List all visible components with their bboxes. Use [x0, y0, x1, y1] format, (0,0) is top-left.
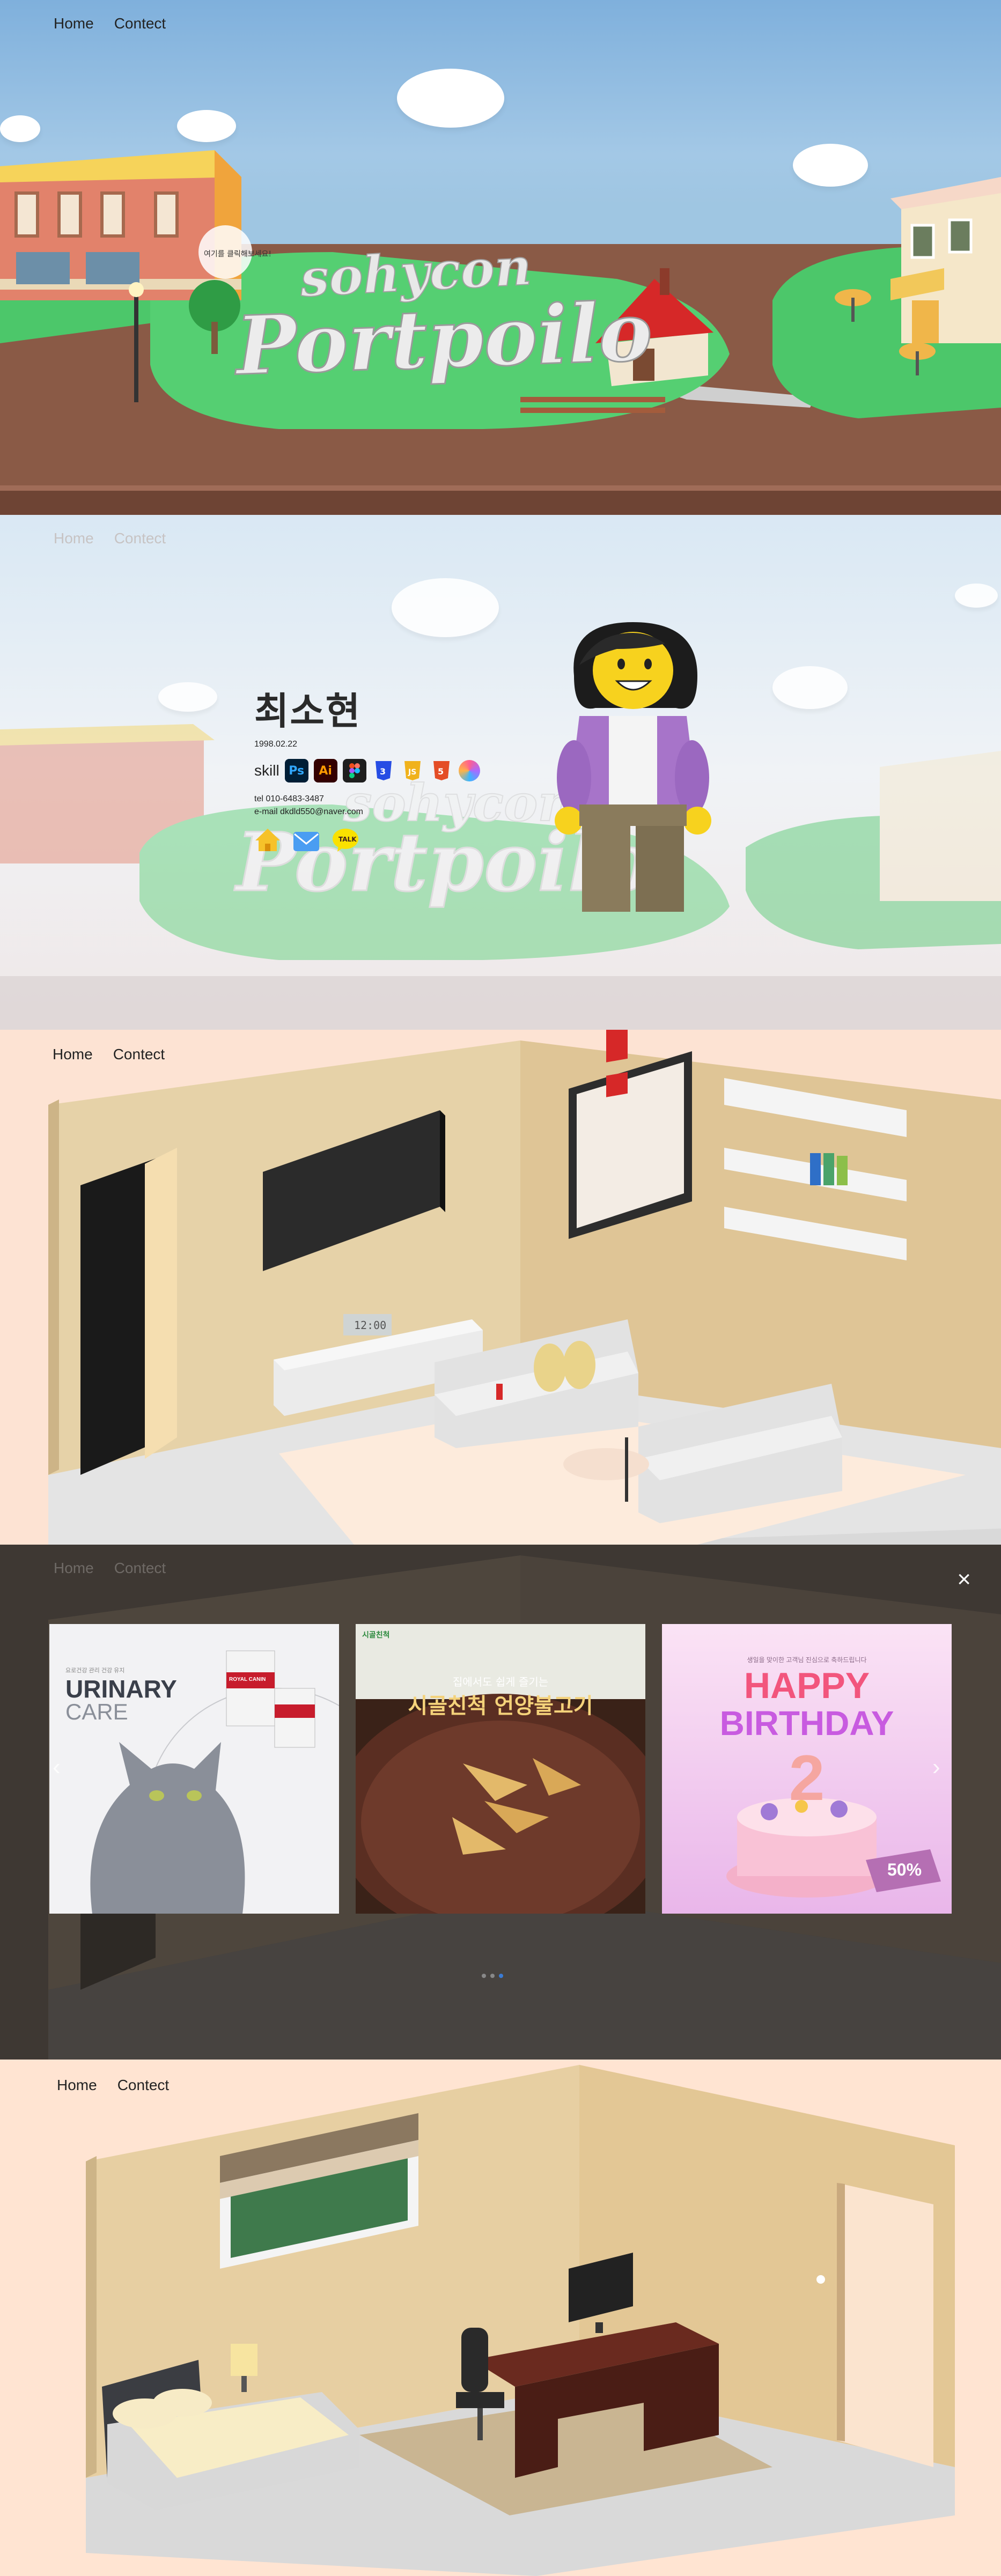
nav-contact-link[interactable]: Contect	[114, 530, 166, 547]
profile-background-scene: Portpoilo sohycon	[0, 724, 1001, 1030]
bedroom-section: Home Contect	[0, 2060, 1001, 2576]
svg-text:JS: JS	[408, 768, 416, 777]
living-room-scene: 12:00	[48, 1030, 1001, 1545]
nav-contact-link[interactable]: Contect	[117, 2077, 170, 2094]
svg-text:5: 5	[438, 766, 444, 777]
slide2-logo: 시골친척	[362, 1631, 390, 1640]
skills-row: skill Ps Ai 3 JS 5	[254, 759, 480, 783]
top-nav: Home Contect	[57, 2077, 169, 2094]
close-icon[interactable]: ×	[957, 1566, 971, 1593]
hero-scene: sohycon Portpoilo 여기를 클릭해보세요!	[0, 150, 1001, 515]
gallery-slide-birthday[interactable]: 생일을 맞이한 고객님 진심으로 축하드립니다 HAPPY BIRTHDAY 2…	[662, 1624, 952, 1914]
nav-contact-link[interactable]: Contect	[113, 1046, 165, 1063]
gallery-slide-bulgogi[interactable]: 시골친척 집에서도 쉽게 즐기는 시골친척 언양불고기	[356, 1624, 645, 1914]
profile-birth: 1998.02.22	[254, 740, 298, 749]
hero-section: Home Contect sohycon Portpoilo 여기를 클릭해보세…	[0, 0, 1001, 515]
digital-clock: 12:00	[354, 1319, 386, 1332]
right-building	[890, 177, 1001, 343]
nav-contact-link[interactable]: Contect	[114, 15, 166, 32]
profile-name: 최소현	[254, 689, 362, 733]
color-palette-icon	[458, 760, 480, 781]
bulgogi-illustration	[356, 1624, 645, 1914]
slide3-number: 2	[789, 1742, 825, 1814]
profile-section: Home Contect Portpoilo sohycon 최소현 1998.…	[0, 515, 1001, 1030]
slide1-title2: CARE	[65, 1699, 128, 1724]
top-nav: Home Contect	[54, 1560, 166, 1577]
figma-icon	[342, 759, 366, 783]
pagination-dot[interactable]	[490, 1974, 495, 1978]
bedroom-scene	[86, 2065, 955, 2576]
profile-tel: tel 010-6483-3487	[254, 794, 324, 803]
skill-label: skill	[254, 762, 279, 779]
hero-sign-text[interactable]: 여기를 클릭해보세요!	[204, 250, 271, 259]
slider-pagination	[482, 1974, 503, 1978]
prev-arrow-icon[interactable]: ‹	[53, 1754, 61, 1781]
pagination-dot[interactable]	[482, 1974, 486, 1978]
profile-email: e-mail dkdld550@naver.com	[254, 807, 364, 816]
slide3-line1: HAPPY	[744, 1665, 870, 1706]
top-nav: Home Contect	[54, 530, 166, 547]
nav-contact-link[interactable]: Contect	[114, 1560, 166, 1577]
slide3-subtitle: 생일을 맞이한 고객님 진심으로 축하드립니다	[747, 1656, 867, 1664]
nav-home-link[interactable]: Home	[54, 530, 94, 547]
slide2-subtitle: 집에서도 쉽게 즐기는	[452, 1675, 549, 1688]
html-icon: 5	[430, 759, 453, 783]
kakaotalk-icon[interactable]: TALK	[332, 826, 359, 853]
javascript-icon: JS	[401, 759, 424, 783]
nav-home-link[interactable]: Home	[53, 1046, 93, 1063]
svg-text:TALK: TALK	[338, 836, 357, 843]
contact-icons: TALK	[254, 826, 480, 855]
top-nav: Home Contect	[54, 15, 166, 32]
illustrator-icon: Ai	[313, 759, 337, 783]
pagination-dot-active[interactable]	[499, 1974, 503, 1978]
nav-home-link[interactable]: Home	[54, 15, 94, 32]
top-nav: Home Contect	[53, 1046, 165, 1063]
slide3-discount: 50%	[887, 1860, 922, 1879]
nav-home-link[interactable]: Home	[54, 1560, 94, 1577]
lego-figure	[555, 622, 711, 912]
profile-card: 최소현 1998.02.22 skill Ps Ai 3 JS 5 tel 01…	[254, 681, 480, 855]
living-room-section: Home Contect 12:00	[0, 1030, 1001, 1545]
slide1-subtitle: 요로건강 관리 건강 유지	[65, 1667, 125, 1674]
portfolio-gallery-section: Home Contect × 요로건강 관리 건강 유지 URINARY CAR…	[0, 1545, 1001, 2060]
svg-text:3: 3	[380, 766, 386, 777]
home-icon[interactable]	[254, 826, 281, 853]
left-building	[0, 150, 241, 300]
slide3-line2: BIRTHDAY	[719, 1704, 894, 1743]
photoshop-icon: Ps	[284, 759, 308, 783]
hero-title-main: Portpoilo	[232, 285, 654, 394]
slide2-title: 시골친척 언양불고기	[408, 1693, 593, 1718]
css-icon: 3	[372, 759, 395, 783]
nav-home-link[interactable]: Home	[57, 2077, 97, 2094]
mail-icon[interactable]	[293, 828, 320, 855]
royal-canin-logo: ROYAL CANIN	[229, 1677, 266, 1682]
gallery-slide-urinary-care[interactable]: 요로건강 관리 건강 유지 URINARY CARE ROYAL CANIN	[49, 1624, 339, 1914]
next-arrow-icon[interactable]: ›	[932, 1754, 940, 1781]
